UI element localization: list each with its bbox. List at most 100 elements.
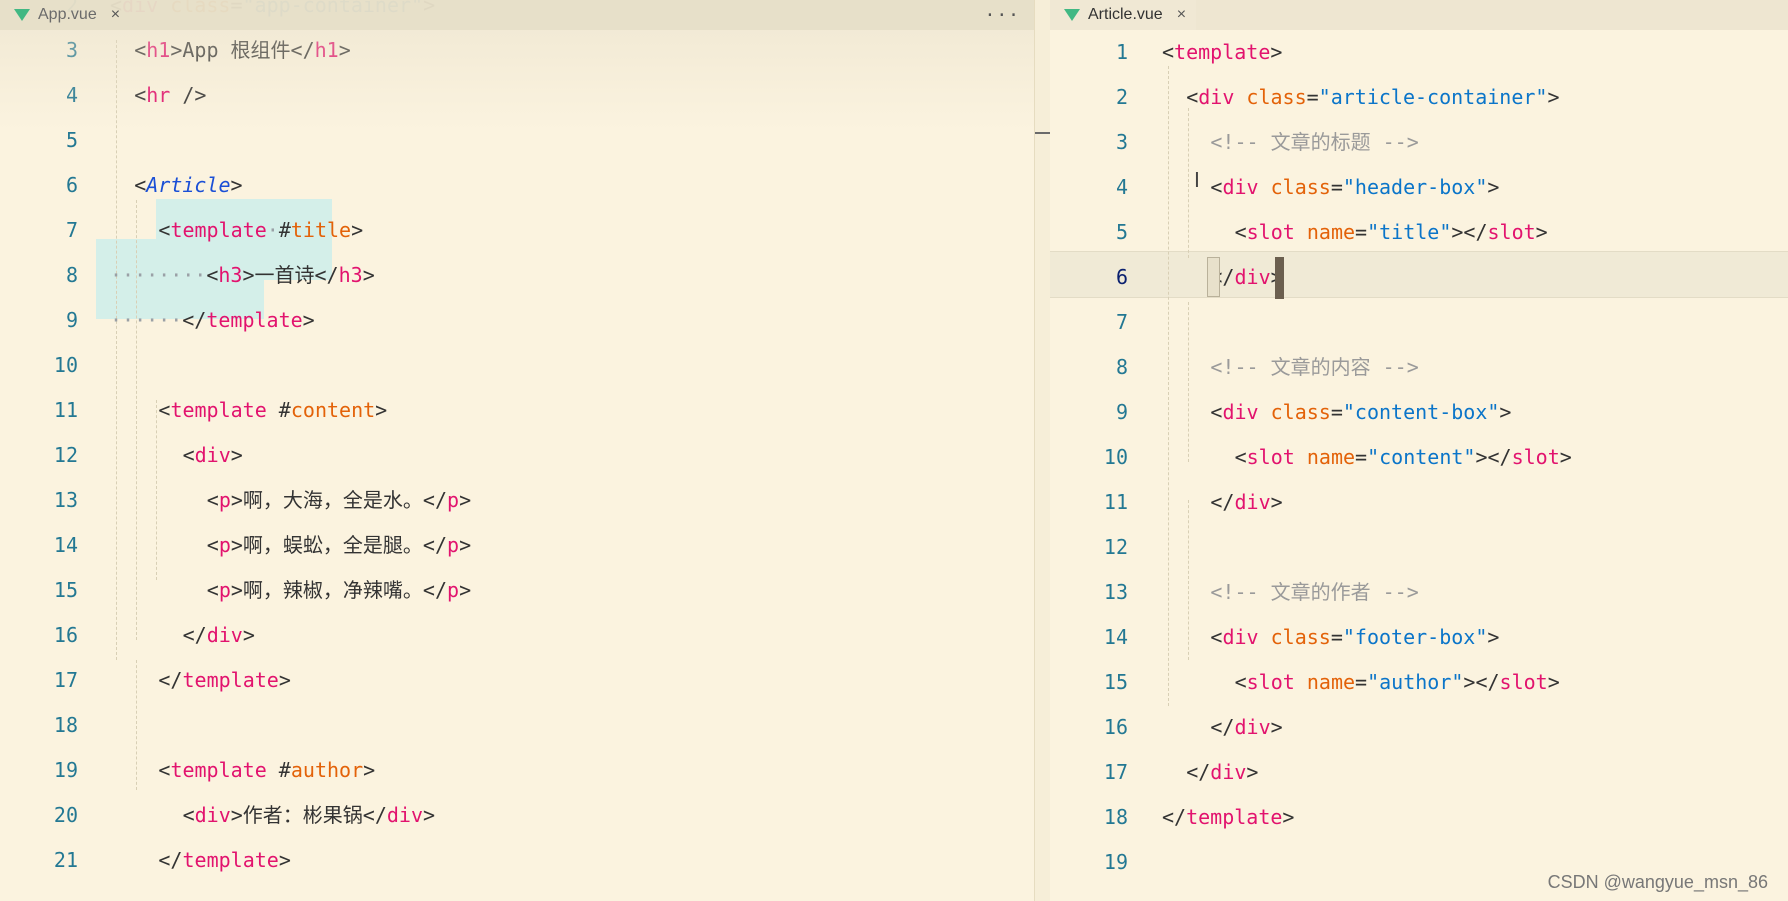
tab-app-vue[interactable]: App.vue × — [0, 0, 130, 30]
code-line[interactable]: 3 <h1>App 根组件</h1> — [0, 28, 1034, 73]
code-line[interactable]: 4 <div class="header-box"> — [1050, 165, 1788, 210]
code-text: <!-- 文章的标题 --> — [1210, 120, 1418, 165]
tab-article-vue[interactable]: Article.vue × — [1050, 0, 1197, 30]
code-text: </div> — [1186, 750, 1258, 795]
code-line[interactable]: 10 <slot name="content"></slot> — [1050, 435, 1788, 480]
token-attr: class — [1246, 85, 1307, 109]
code-line[interactable]: 1 <template> — [1050, 30, 1788, 75]
token-punc: < — [1234, 445, 1247, 469]
code-line[interactable]: 7 <template·#title> — [0, 208, 1034, 253]
token-punc: > — [1547, 670, 1560, 694]
code-line[interactable]: 2 <div class="article-container"> — [1050, 75, 1788, 120]
code-line[interactable]: 18 — [0, 703, 1034, 748]
token-punc: < — [1210, 400, 1223, 424]
code-text: <div class="footer-box"> — [1210, 615, 1499, 660]
code-text: </div> — [1210, 255, 1282, 300]
code-text: <div>作者：彬果锅</div> — [183, 793, 435, 838]
tab-bar-right: Article.vue × — [1050, 0, 1788, 30]
token-punc: </ — [1210, 715, 1235, 739]
token-tag: slot — [1246, 670, 1295, 694]
line-number: 19 — [53, 758, 78, 782]
code-line[interactable]: 19 <template #author> — [0, 748, 1034, 793]
code-line[interactable]: 20 <div>作者：彬果锅</div> — [0, 793, 1034, 838]
token-tag: template — [170, 758, 267, 782]
tab-label: App.vue — [38, 6, 97, 23]
token-tag: h3 — [218, 263, 243, 287]
token-punc: > — [1487, 625, 1500, 649]
code-line[interactable]: 16 </div> — [0, 613, 1034, 658]
code-line[interactable]: 12 — [1050, 525, 1788, 570]
more-actions-icon[interactable]: ··· — [984, 5, 1020, 26]
token-punc — [1259, 175, 1271, 199]
code-line[interactable]: 6 <Article> — [0, 163, 1034, 208]
token-punc: > — [1487, 175, 1500, 199]
text-cursor-icon: I — [1194, 168, 1200, 192]
token-punc: = — [1306, 85, 1319, 109]
code-line[interactable]: 15 <p>啊，辣椒，净辣嘴。</p> — [0, 568, 1034, 613]
code-line[interactable]: 11 <template #content> — [0, 388, 1034, 433]
scrollbar-thumb[interactable] — [1035, 132, 1051, 134]
token-punc: >App 根组件</ — [170, 38, 315, 62]
token-punc: < — [134, 173, 147, 197]
code-line[interactable]: 21 </template> — [0, 838, 1034, 883]
code-line[interactable]: 14 <p>啊，蜈蚣，全是腿。</p> — [0, 523, 1034, 568]
code-line[interactable]: 10 — [0, 343, 1034, 388]
line-number: 21 — [53, 848, 78, 872]
code-line[interactable]: 8 <!-- 文章的内容 --> — [1050, 345, 1788, 390]
code-text: <p>啊，辣椒，净辣嘴。</p> — [207, 568, 471, 613]
code-text: <Article> — [134, 163, 242, 208]
code-line[interactable]: 13 <p>啊，大海，全是水。</p> — [0, 478, 1034, 523]
line-number: 13 — [53, 488, 78, 512]
line-number: 5 — [65, 128, 78, 152]
code-text: </template> — [1162, 795, 1294, 840]
token-punc: >一首诗</ — [242, 263, 339, 287]
token-tag: slot — [1487, 220, 1536, 244]
line-number: 12 — [53, 443, 78, 467]
watermark: CSDN @wangyue_msn_86 — [1547, 872, 1768, 892]
token-attr: title — [290, 218, 352, 242]
close-icon[interactable]: × — [111, 6, 120, 24]
vue-logo-icon — [14, 9, 30, 21]
code-line[interactable]: 14 <div class="footer-box"> — [1050, 615, 1788, 660]
token-tag: h3 — [338, 263, 363, 287]
code-line[interactable]: 7 — [1050, 300, 1788, 345]
code-line[interactable]: 17 </div> — [1050, 750, 1788, 795]
code-line[interactable]: 5 <slot name="title"></slot> — [1050, 210, 1788, 255]
code-line[interactable]: 13 <!-- 文章的作者 --> — [1050, 570, 1788, 615]
code-text: <!-- 文章的作者 --> — [1210, 570, 1418, 615]
token-str: "header-box" — [1342, 175, 1488, 199]
close-icon[interactable]: × — [1177, 6, 1186, 24]
token-punc: > — [302, 308, 315, 332]
code-line[interactable]: 9 ······</template> — [0, 298, 1034, 343]
code-line[interactable]: 15 <slot name="author"></slot> — [1050, 660, 1788, 705]
token-tag: p — [447, 533, 460, 557]
line-number: 6 — [65, 173, 78, 197]
editor-pane-article-vue[interactable]: 1 <template> 2 <div class="article-containe… — [1050, 0, 1788, 901]
code-line[interactable]: 11 </div> — [1050, 480, 1788, 525]
token-punc: > — [242, 623, 255, 647]
code-line[interactable]: 6 </div> — [1050, 255, 1788, 300]
token-punc: </ — [158, 668, 183, 692]
code-line[interactable]: 4 <hr /> — [0, 73, 1034, 118]
code-text: <p>啊，蜈蚣，全是腿。</p> — [207, 523, 471, 568]
code-line[interactable]: 16 </div> — [1050, 705, 1788, 750]
line-number: 10 — [1103, 445, 1128, 469]
code-line[interactable]: 17 </template> — [0, 658, 1034, 703]
token-tag: template — [1186, 805, 1283, 829]
token-punc: </ — [182, 623, 207, 647]
token-punc: > — [363, 758, 376, 782]
code-line[interactable]: 18 </template> — [1050, 795, 1788, 840]
token-tag: template — [206, 308, 303, 332]
code-line[interactable]: 9 <div class="content-box"> — [1050, 390, 1788, 435]
token-punc: > — [1499, 400, 1512, 424]
token-str: "title" — [1367, 220, 1452, 244]
token-tag: div — [1210, 760, 1247, 784]
editor-pane-app-vue[interactable]: 2<div class="app-container">3<h1>App 根组件… — [0, 0, 1034, 901]
code-line[interactable]: 3 <!-- 文章的标题 --> — [1050, 120, 1788, 165]
code-line[interactable]: 5 — [0, 118, 1034, 163]
line-number: 11 — [53, 398, 78, 422]
token-punc: # — [278, 218, 291, 242]
code-line[interactable]: 8 ········<h3>一首诗</h3> — [0, 253, 1034, 298]
code-line[interactable]: 12 <div> — [0, 433, 1034, 478]
token-punc — [1295, 220, 1307, 244]
